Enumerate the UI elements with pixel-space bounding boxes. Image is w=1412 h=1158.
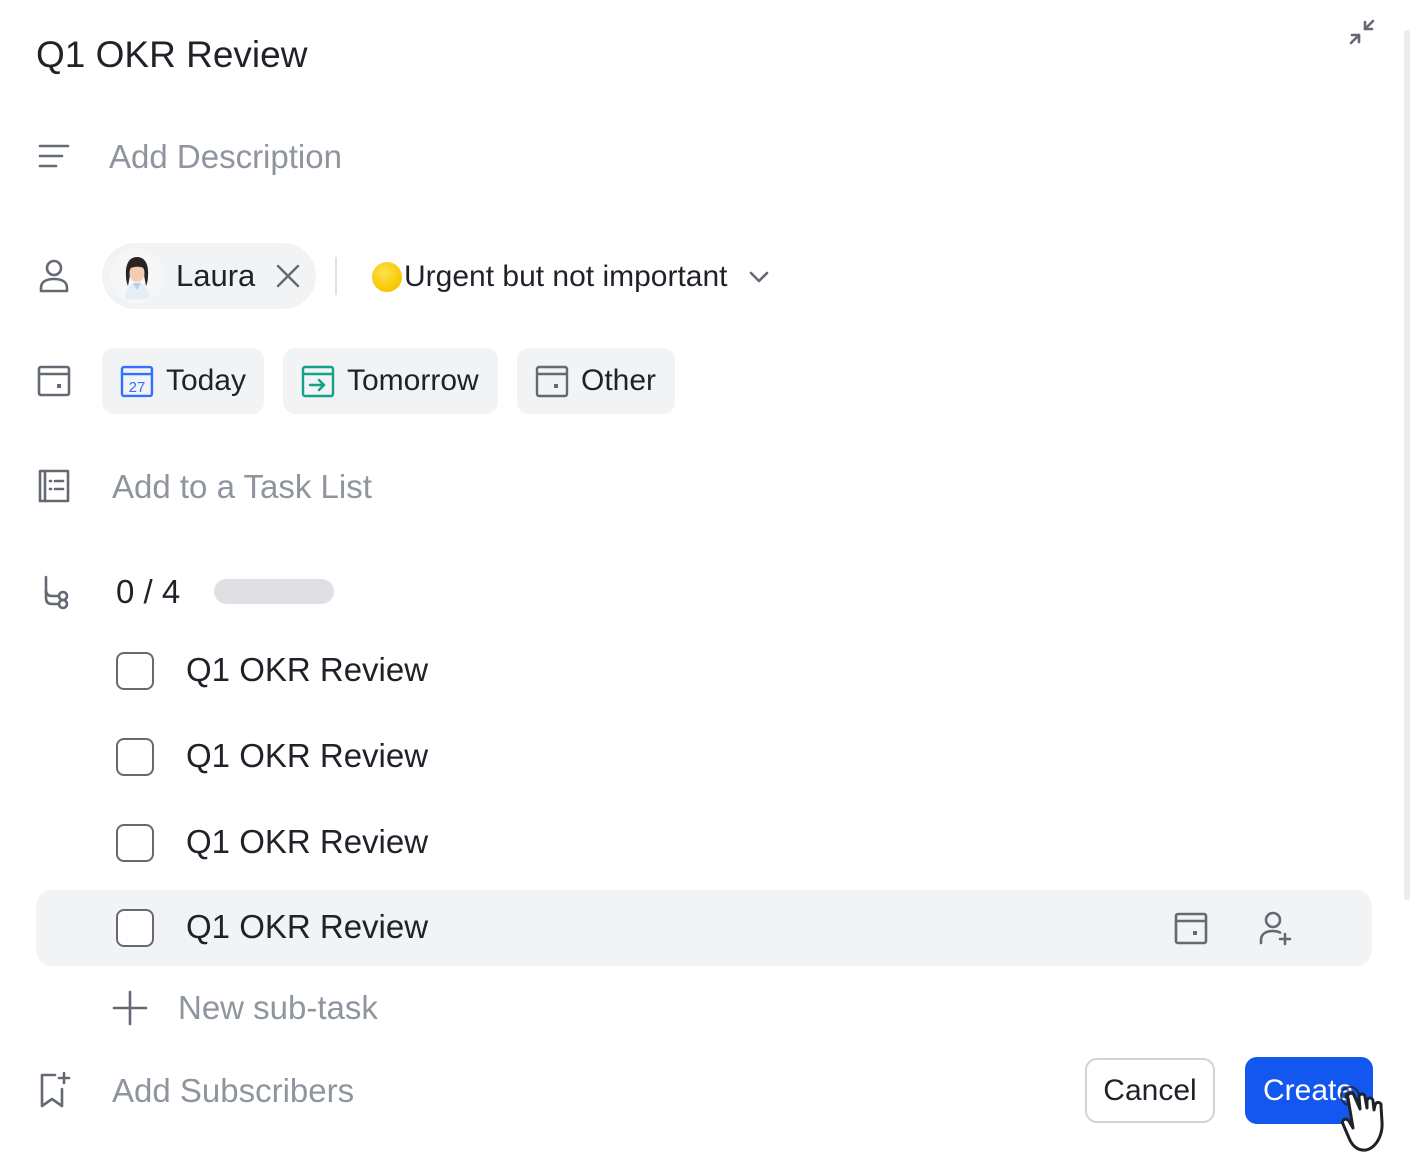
subtask-checkbox[interactable] <box>116 652 154 690</box>
calendar-icon <box>535 365 569 398</box>
person-icon <box>32 254 76 298</box>
subtask-label[interactable]: Q1 OKR Review <box>186 821 428 863</box>
subtask-row[interactable]: Q1 OKR Review <box>36 633 1372 709</box>
description-input[interactable]: Add Description <box>109 137 342 177</box>
subtask-icon <box>32 570 76 614</box>
due-tomorrow-button[interactable]: Tomorrow <box>283 348 498 414</box>
subtask-row-hovered[interactable]: Q1 OKR Review <box>36 890 1372 966</box>
add-person-icon <box>1259 911 1292 946</box>
chevron-down-icon <box>748 270 770 284</box>
calendar-icon <box>1174 912 1208 945</box>
description-icon <box>32 134 76 178</box>
subtask-set-due-button[interactable] <box>1169 906 1213 950</box>
subtask-checkbox[interactable] <box>116 909 154 947</box>
subtask-checkbox[interactable] <box>116 824 154 862</box>
new-subtask-button[interactable]: New sub-task <box>110 985 378 1031</box>
avatar <box>110 249 164 303</box>
due-today-button[interactable]: 27 Today <box>102 348 264 414</box>
due-tomorrow-label: Tomorrow <box>347 364 479 397</box>
remove-assignee-button[interactable] <box>273 261 303 291</box>
subtask-checkbox[interactable] <box>116 738 154 776</box>
subscribers-input[interactable]: Add Subscribers <box>112 1071 354 1111</box>
subtask-progress-bar <box>214 579 334 604</box>
calendar-arrow-icon <box>301 365 335 398</box>
subtask-progress-count: 0 / 4 <box>116 573 181 610</box>
svg-text:27: 27 <box>129 379 146 396</box>
plus-icon <box>112 990 148 1026</box>
bookmark-add-icon <box>32 1068 76 1112</box>
close-icon <box>277 264 300 288</box>
create-button[interactable]: Create <box>1245 1057 1373 1124</box>
subtask-assign-button[interactable] <box>1254 906 1298 950</box>
scrollbar[interactable] <box>1404 30 1410 900</box>
due-today-label: Today <box>165 364 246 397</box>
subtask-row[interactable]: Q1 OKR Review <box>36 719 1372 795</box>
collapse-icon <box>1349 19 1375 45</box>
calendar-27-icon: 27 <box>120 365 154 398</box>
divider <box>335 257 337 295</box>
task-create-panel: Q1 OKR Review Add Description Laura Urge… <box>0 0 1412 1158</box>
assignee-chip[interactable]: Laura <box>102 243 316 309</box>
task-title[interactable]: Q1 OKR Review <box>36 32 307 78</box>
cancel-button[interactable]: Cancel <box>1085 1058 1215 1123</box>
collapse-button[interactable] <box>1342 12 1382 52</box>
task-list-input[interactable]: Add to a Task List <box>112 467 372 507</box>
priority-dropdown[interactable]: Urgent but not important <box>372 254 770 300</box>
new-subtask-label: New sub-task <box>178 989 378 1026</box>
subtask-row[interactable]: Q1 OKR Review <box>36 805 1372 881</box>
subtask-label[interactable]: Q1 OKR Review <box>186 735 428 777</box>
priority-label: Urgent but not important <box>404 260 728 293</box>
due-other-label: Other <box>581 364 657 397</box>
due-other-button[interactable]: Other <box>517 348 675 414</box>
assignee-name: Laura <box>176 258 256 293</box>
subtask-label[interactable]: Q1 OKR Review <box>186 906 428 948</box>
subtask-label[interactable]: Q1 OKR Review <box>186 649 428 691</box>
priority-dot-icon <box>372 262 402 292</box>
calendar-icon <box>32 359 76 403</box>
task-list-icon <box>32 464 76 508</box>
